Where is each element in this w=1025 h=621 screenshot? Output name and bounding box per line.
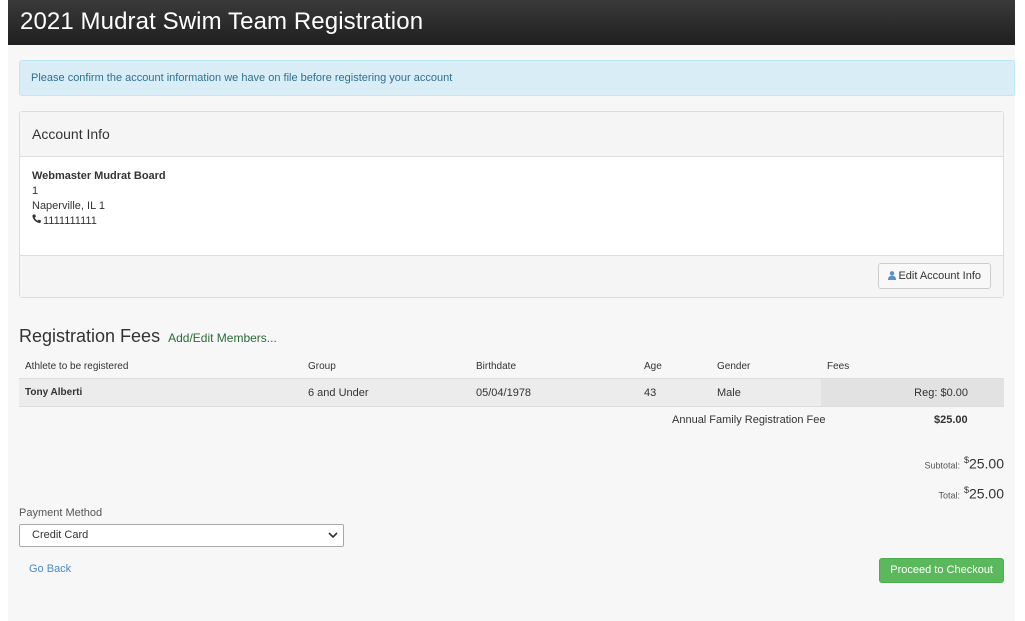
proceed-to-checkout-button[interactable]: Proceed to Checkout	[879, 558, 1004, 583]
column-header-fees: Fees	[821, 355, 1004, 379]
chevron-down-icon	[327, 526, 339, 544]
account-address: 1	[32, 185, 39, 197]
column-header-gender: Gender	[711, 355, 821, 379]
total-line: Total: $25.00	[939, 485, 1004, 502]
page: 2021 Mudrat Swim Team Registration Pleas…	[8, 0, 1015, 621]
total-label: Total:	[938, 490, 961, 501]
column-header-athlete: Athlete to be registered	[19, 355, 302, 379]
column-header-birthdate: Birthdate	[470, 355, 638, 379]
account-name: Webmaster Mudrat Board	[32, 170, 166, 182]
column-header-age: Age	[638, 355, 711, 379]
user-icon	[888, 265, 897, 280]
registration-fees-heading: Registration Fees Add/Edit Members...	[19, 326, 277, 347]
athlete-age: 43	[638, 378, 711, 407]
athlete-group: 6 and Under	[302, 378, 470, 407]
table-header-row: Athlete to be registered Group Birthdate…	[19, 355, 1004, 379]
subtotal-line: Subtotal: $25.00	[925, 455, 1004, 472]
account-info-panel: Account Info Webmaster Mudrat Board 1 Na…	[19, 111, 1004, 298]
athlete-name: Tony Alberti	[19, 378, 302, 407]
total-value: 25.00	[968, 485, 1004, 502]
account-city: Naperville, IL 1	[32, 200, 105, 212]
column-header-group: Group	[302, 355, 470, 379]
athlete-birthdate: 05/04/1978	[470, 378, 638, 407]
add-edit-members-link[interactable]: Add/Edit Members...	[168, 331, 277, 345]
table-row: Tony Alberti 6 and Under 05/04/1978 43 M…	[19, 378, 1004, 407]
title-bar: 2021 Mudrat Swim Team Registration	[8, 0, 1015, 45]
go-back-link[interactable]: Go Back	[29, 563, 71, 575]
account-info-heading: Account Info	[20, 112, 1003, 157]
fee-label: Reg:	[914, 386, 938, 399]
alert-text: Please confirm the account information w…	[31, 72, 453, 84]
subtotal-label: Subtotal:	[924, 460, 961, 471]
registration-fees-table: Athlete to be registered Group Birthdate…	[19, 355, 1004, 407]
subtotal-value: 25.00	[968, 455, 1004, 472]
info-alert: Please confirm the account information w…	[19, 60, 1015, 96]
edit-account-info-label: Edit Account Info	[898, 270, 981, 282]
payment-method-selected: Credit Card	[32, 529, 89, 541]
page-title: 2021 Mudrat Swim Team Registration	[20, 8, 424, 35]
payment-method-select[interactable]: Credit Card	[19, 524, 344, 547]
edit-account-info-button[interactable]: Edit Account Info	[878, 263, 991, 289]
account-phone-line: 1111111111	[32, 214, 991, 229]
athlete-gender: Male	[711, 378, 821, 407]
account-panel-footer: Edit Account Info	[20, 255, 1003, 297]
account-phone: 1111111111	[43, 215, 97, 227]
family-fee-label: Annual Family Registration Fee	[672, 414, 826, 426]
fee-value: $0.00	[940, 386, 968, 399]
family-fee-amount: $25.00	[934, 414, 968, 426]
registration-fees-title: Registration Fees	[19, 326, 161, 346]
athlete-fee: Reg: $0.00	[821, 378, 1004, 407]
account-details: Webmaster Mudrat Board 1 Naperville, IL …	[20, 157, 1003, 255]
phone-icon	[32, 214, 42, 229]
payment-method-label: Payment Method	[19, 507, 103, 519]
